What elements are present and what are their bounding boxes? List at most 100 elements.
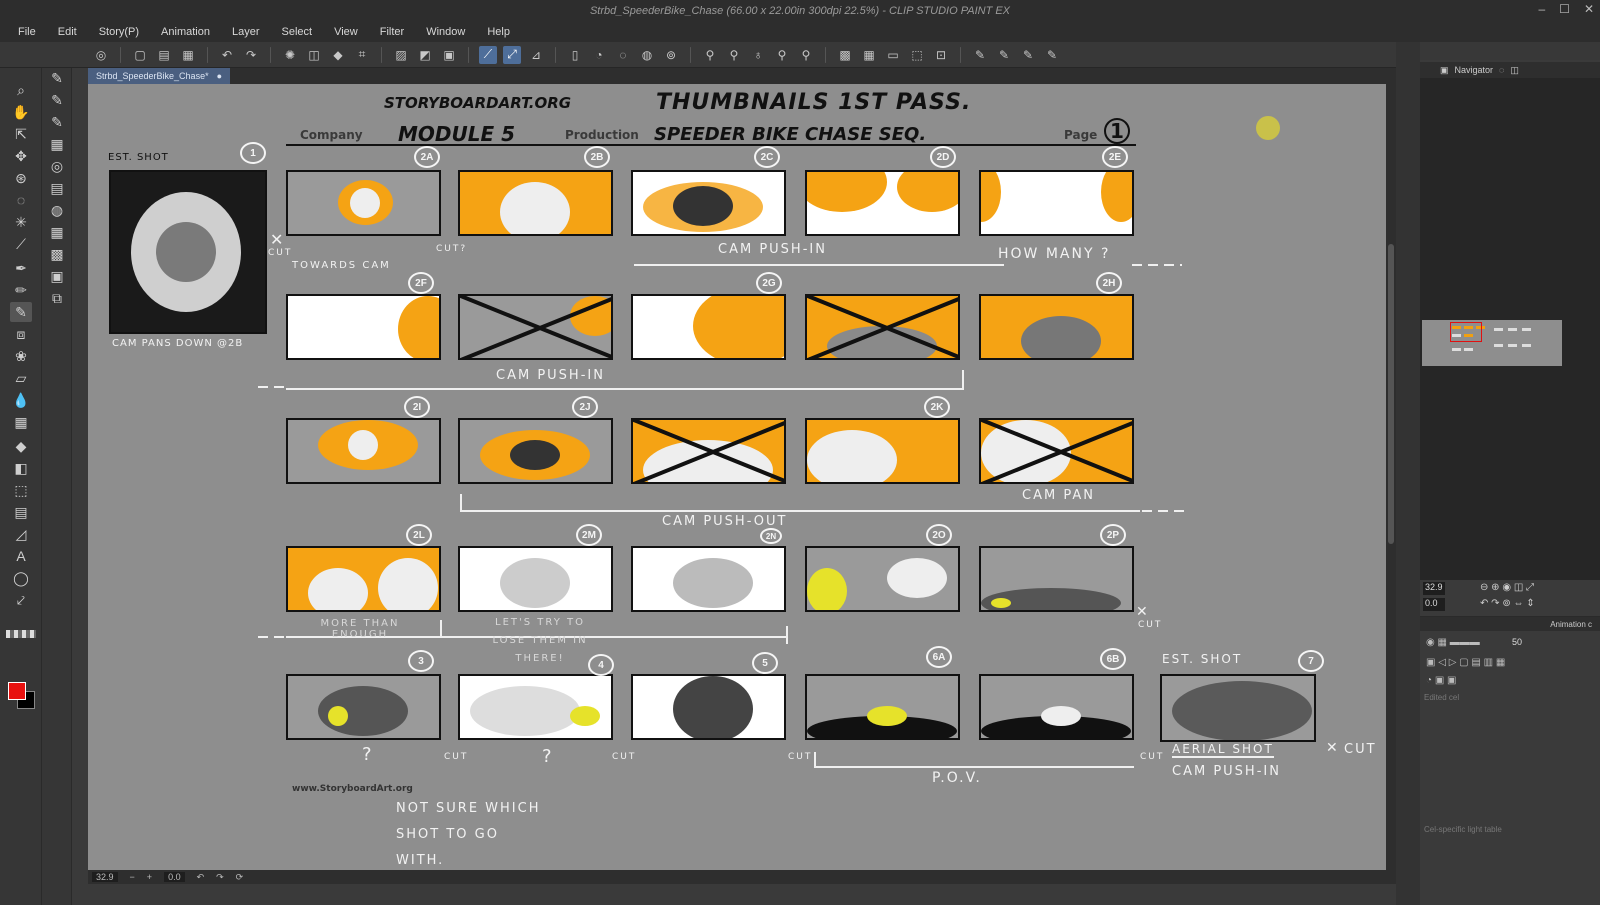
pin-clear-icon[interactable]: ⚲ [797, 46, 815, 64]
new-file-icon[interactable]: ▢ [131, 46, 149, 64]
angle-value[interactable]: 0.0 [164, 872, 185, 882]
airbrush-icon[interactable]: ⧈ [10, 324, 32, 344]
opacity-value[interactable]: 50 [1512, 637, 1522, 647]
deselect-icon[interactable]: ▨ [392, 46, 410, 64]
clear-icon[interactable]: ◫ [305, 46, 323, 64]
eraser-icon[interactable]: ▱ [10, 368, 32, 388]
pin-add-icon[interactable]: ⚲ [725, 46, 743, 64]
snap-special-ruler-icon[interactable]: ⤢ [503, 45, 521, 64]
selection-icon[interactable]: ◌ [10, 190, 32, 210]
move-icon[interactable]: ✥ [10, 146, 32, 166]
undo-icon[interactable]: ↶ [218, 46, 236, 64]
close-icon[interactable]: ✕ [1584, 2, 1594, 16]
vertical-scrollbar[interactable] [1386, 84, 1396, 870]
menu-window[interactable]: Window [426, 26, 465, 38]
rotate-controls-icon[interactable]: ↶ ↷ ⊚ ⇔ ⇕ [1480, 598, 1535, 609]
menu-edit[interactable]: Edit [58, 26, 77, 38]
operation-icon[interactable]: ⇱ [10, 124, 32, 144]
navigator-view[interactable] [1420, 78, 1600, 583]
navigator-zoom[interactable]: 32.9 [1423, 582, 1445, 595]
navigator-tab[interactable]: Navigator [1455, 65, 1494, 75]
subtool-brush-1-icon[interactable]: ✎ [46, 68, 68, 88]
link-icon[interactable]: ⊚ [662, 46, 680, 64]
navigator-thumbnail[interactable] [1422, 320, 1562, 366]
lasso-icon[interactable]: ◌ [614, 46, 632, 64]
reference-icon[interactable]: ◍ [638, 46, 656, 64]
menu-layer[interactable]: Layer [232, 26, 260, 38]
menu-view[interactable]: View [334, 26, 358, 38]
figure-icon[interactable]: ⬚ [10, 480, 32, 500]
subtool-brush-6-icon[interactable]: ▤ [46, 178, 68, 198]
blend-icon[interactable]: 💧 [10, 390, 32, 410]
transparent-color-icon[interactable] [6, 630, 36, 638]
fill-icon[interactable]: ◆ [329, 46, 347, 64]
main-color-swatch[interactable] [8, 682, 26, 700]
balloon-icon[interactable]: ◯ [10, 568, 32, 588]
subtool-brush-3-icon[interactable]: ✎ [46, 112, 68, 132]
frame-dotted-icon[interactable]: ⬚ [908, 46, 926, 64]
animation-tab[interactable]: Animation c [1420, 617, 1600, 631]
invert-selection-icon[interactable]: ◩ [416, 46, 434, 64]
image-icon[interactable]: ▩ [836, 46, 854, 64]
menu-animation[interactable]: Animation [161, 26, 210, 38]
subtool-brush-5-icon[interactable]: ◎ [46, 156, 68, 176]
pin-target-icon[interactable]: ⚲ [773, 46, 791, 64]
hand-icon[interactable]: ✋ [10, 102, 32, 122]
layer-color-icon[interactable]: ◔ [590, 46, 608, 64]
story-page-icon[interactable]: ▯ [566, 46, 584, 64]
maximize-icon[interactable]: ☐ [1559, 2, 1570, 16]
checker-icon[interactable]: ▦ [860, 46, 878, 64]
view-area-box[interactable] [1450, 322, 1482, 342]
menu-help[interactable]: Help [487, 26, 510, 38]
subtool-brush-2-icon[interactable]: ✎ [46, 90, 68, 110]
edited-cel-icons[interactable]: ◔ ▣ ▣ [1426, 675, 1457, 686]
eyedropper-icon[interactable]: ⟋ [10, 234, 32, 254]
sub-view-icon[interactable]: ◌ [1499, 65, 1504, 75]
pen-tool-4-icon[interactable]: ✎ [1043, 46, 1061, 64]
pen-tool-3-icon[interactable]: ✎ [1019, 46, 1037, 64]
menu-file[interactable]: File [18, 26, 36, 38]
subtool-brush-11-icon[interactable]: ⧉ [46, 288, 68, 308]
fill-bucket-icon[interactable]: ◆ [10, 436, 32, 456]
frame-icon[interactable]: ▭ [884, 46, 902, 64]
save-icon[interactable]: ▦ [179, 46, 197, 64]
zoom-icon[interactable]: ⌕ [10, 80, 32, 100]
subtool-brush-4-icon[interactable]: ▦ [46, 134, 68, 154]
menu-story[interactable]: Story(P) [99, 26, 139, 38]
subtool-brush-8-icon[interactable]: ▦ [46, 222, 68, 242]
gradient-icon[interactable]: ◧ [10, 458, 32, 478]
subtool-brush-7-icon[interactable]: ◍ [46, 200, 68, 220]
canvas[interactable]: STORYBOARDART.ORG THUMBNAILS 1ST PASS. C… [88, 84, 1386, 870]
frame-border-icon[interactable]: ▤ [10, 502, 32, 522]
zoom-value[interactable]: 32.9 [92, 872, 118, 882]
clip-studio-icon[interactable]: ◎ [92, 46, 110, 64]
brush-icon[interactable]: ✎ [10, 302, 32, 322]
pen-icon[interactable]: ✒ [10, 258, 32, 278]
snap-ruler-icon[interactable]: ⟋ [479, 45, 497, 64]
pin-icon[interactable]: ⚲ [701, 46, 719, 64]
magic-wand-icon[interactable]: ✳ [10, 212, 32, 232]
navigator-angle[interactable]: 0.0 [1423, 598, 1445, 611]
open-file-icon[interactable]: ▤ [155, 46, 173, 64]
cel-tool-icons[interactable]: ▣ ◁ ▷ ▢ ▤ ▥ ▦ [1426, 657, 1505, 668]
pencil-icon[interactable]: ✏ [10, 280, 32, 300]
ruler-icon[interactable]: ◿ [10, 524, 32, 544]
text-icon[interactable]: A [10, 546, 32, 566]
document-tab[interactable]: Strbd_SpeederBike_Chase* ● [88, 68, 231, 84]
reset-rotation-icon[interactable]: ⟳ [236, 872, 244, 883]
pen-tool-1-icon[interactable]: ✎ [971, 46, 989, 64]
zoom-controls-icon[interactable]: ⊖ ⊕ ◉ ◫ ⤢ [1480, 582, 1534, 593]
pen-tool-2-icon[interactable]: ✎ [995, 46, 1013, 64]
rotate-right-icon[interactable]: ↷ [216, 872, 224, 883]
menu-filter[interactable]: Filter [380, 26, 404, 38]
minimize-icon[interactable]: – [1538, 2, 1545, 16]
info-icon[interactable]: ◫ [1510, 65, 1519, 76]
grid-icon[interactable]: ▦ [10, 412, 32, 432]
subtool-brush-9-icon[interactable]: ▩ [46, 244, 68, 264]
auto-select-icon[interactable]: ⊛ [10, 168, 32, 188]
rotate-left-icon[interactable]: ↶ [197, 872, 205, 883]
menu-select[interactable]: Select [282, 26, 313, 38]
scroll-thumb[interactable] [1388, 244, 1394, 544]
crop-icon[interactable]: ⊡ [932, 46, 950, 64]
subtool-brush-10-icon[interactable]: ▣ [46, 266, 68, 286]
